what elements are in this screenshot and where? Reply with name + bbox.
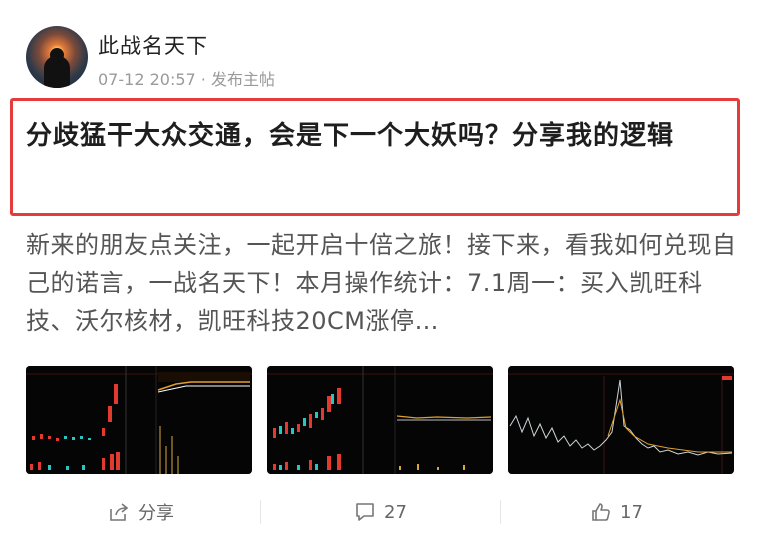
chart-thumbnail-2[interactable] [267,366,493,474]
divider [260,500,261,524]
comment-icon [354,501,376,523]
post-body[interactable]: 新来的朋友点关注，一起开启十倍之旅！接下来，看我如何兑现自己的诺言，一战名天下！… [26,226,738,340]
divider [500,500,501,524]
chart-thumbnail-1[interactable] [26,366,252,474]
share-icon [108,501,130,523]
post-meta: 07-12 20:57 · 发布主帖 [98,70,275,89]
post-card: 此战名天下 07-12 20:57 · 发布主帖 分歧猛干大众交通，会是下一个大… [0,0,760,546]
comment-button[interactable]: 27 [354,490,407,534]
share-button[interactable]: 分享 [108,490,174,534]
thumbs-up-icon [590,501,612,523]
like-button[interactable]: 17 [590,490,643,534]
like-count: 17 [620,501,643,523]
share-label: 分享 [138,503,174,524]
post-title[interactable]: 分歧猛干大众交通，会是下一个大妖吗？分享我的逻辑 [26,112,736,160]
action-bar: 分享 27 17 [0,490,760,534]
avatar[interactable] [26,26,88,88]
comment-count: 27 [384,501,407,523]
chart-thumbnail-3[interactable] [508,366,734,474]
user-name[interactable]: 此战名天下 [98,30,208,60]
